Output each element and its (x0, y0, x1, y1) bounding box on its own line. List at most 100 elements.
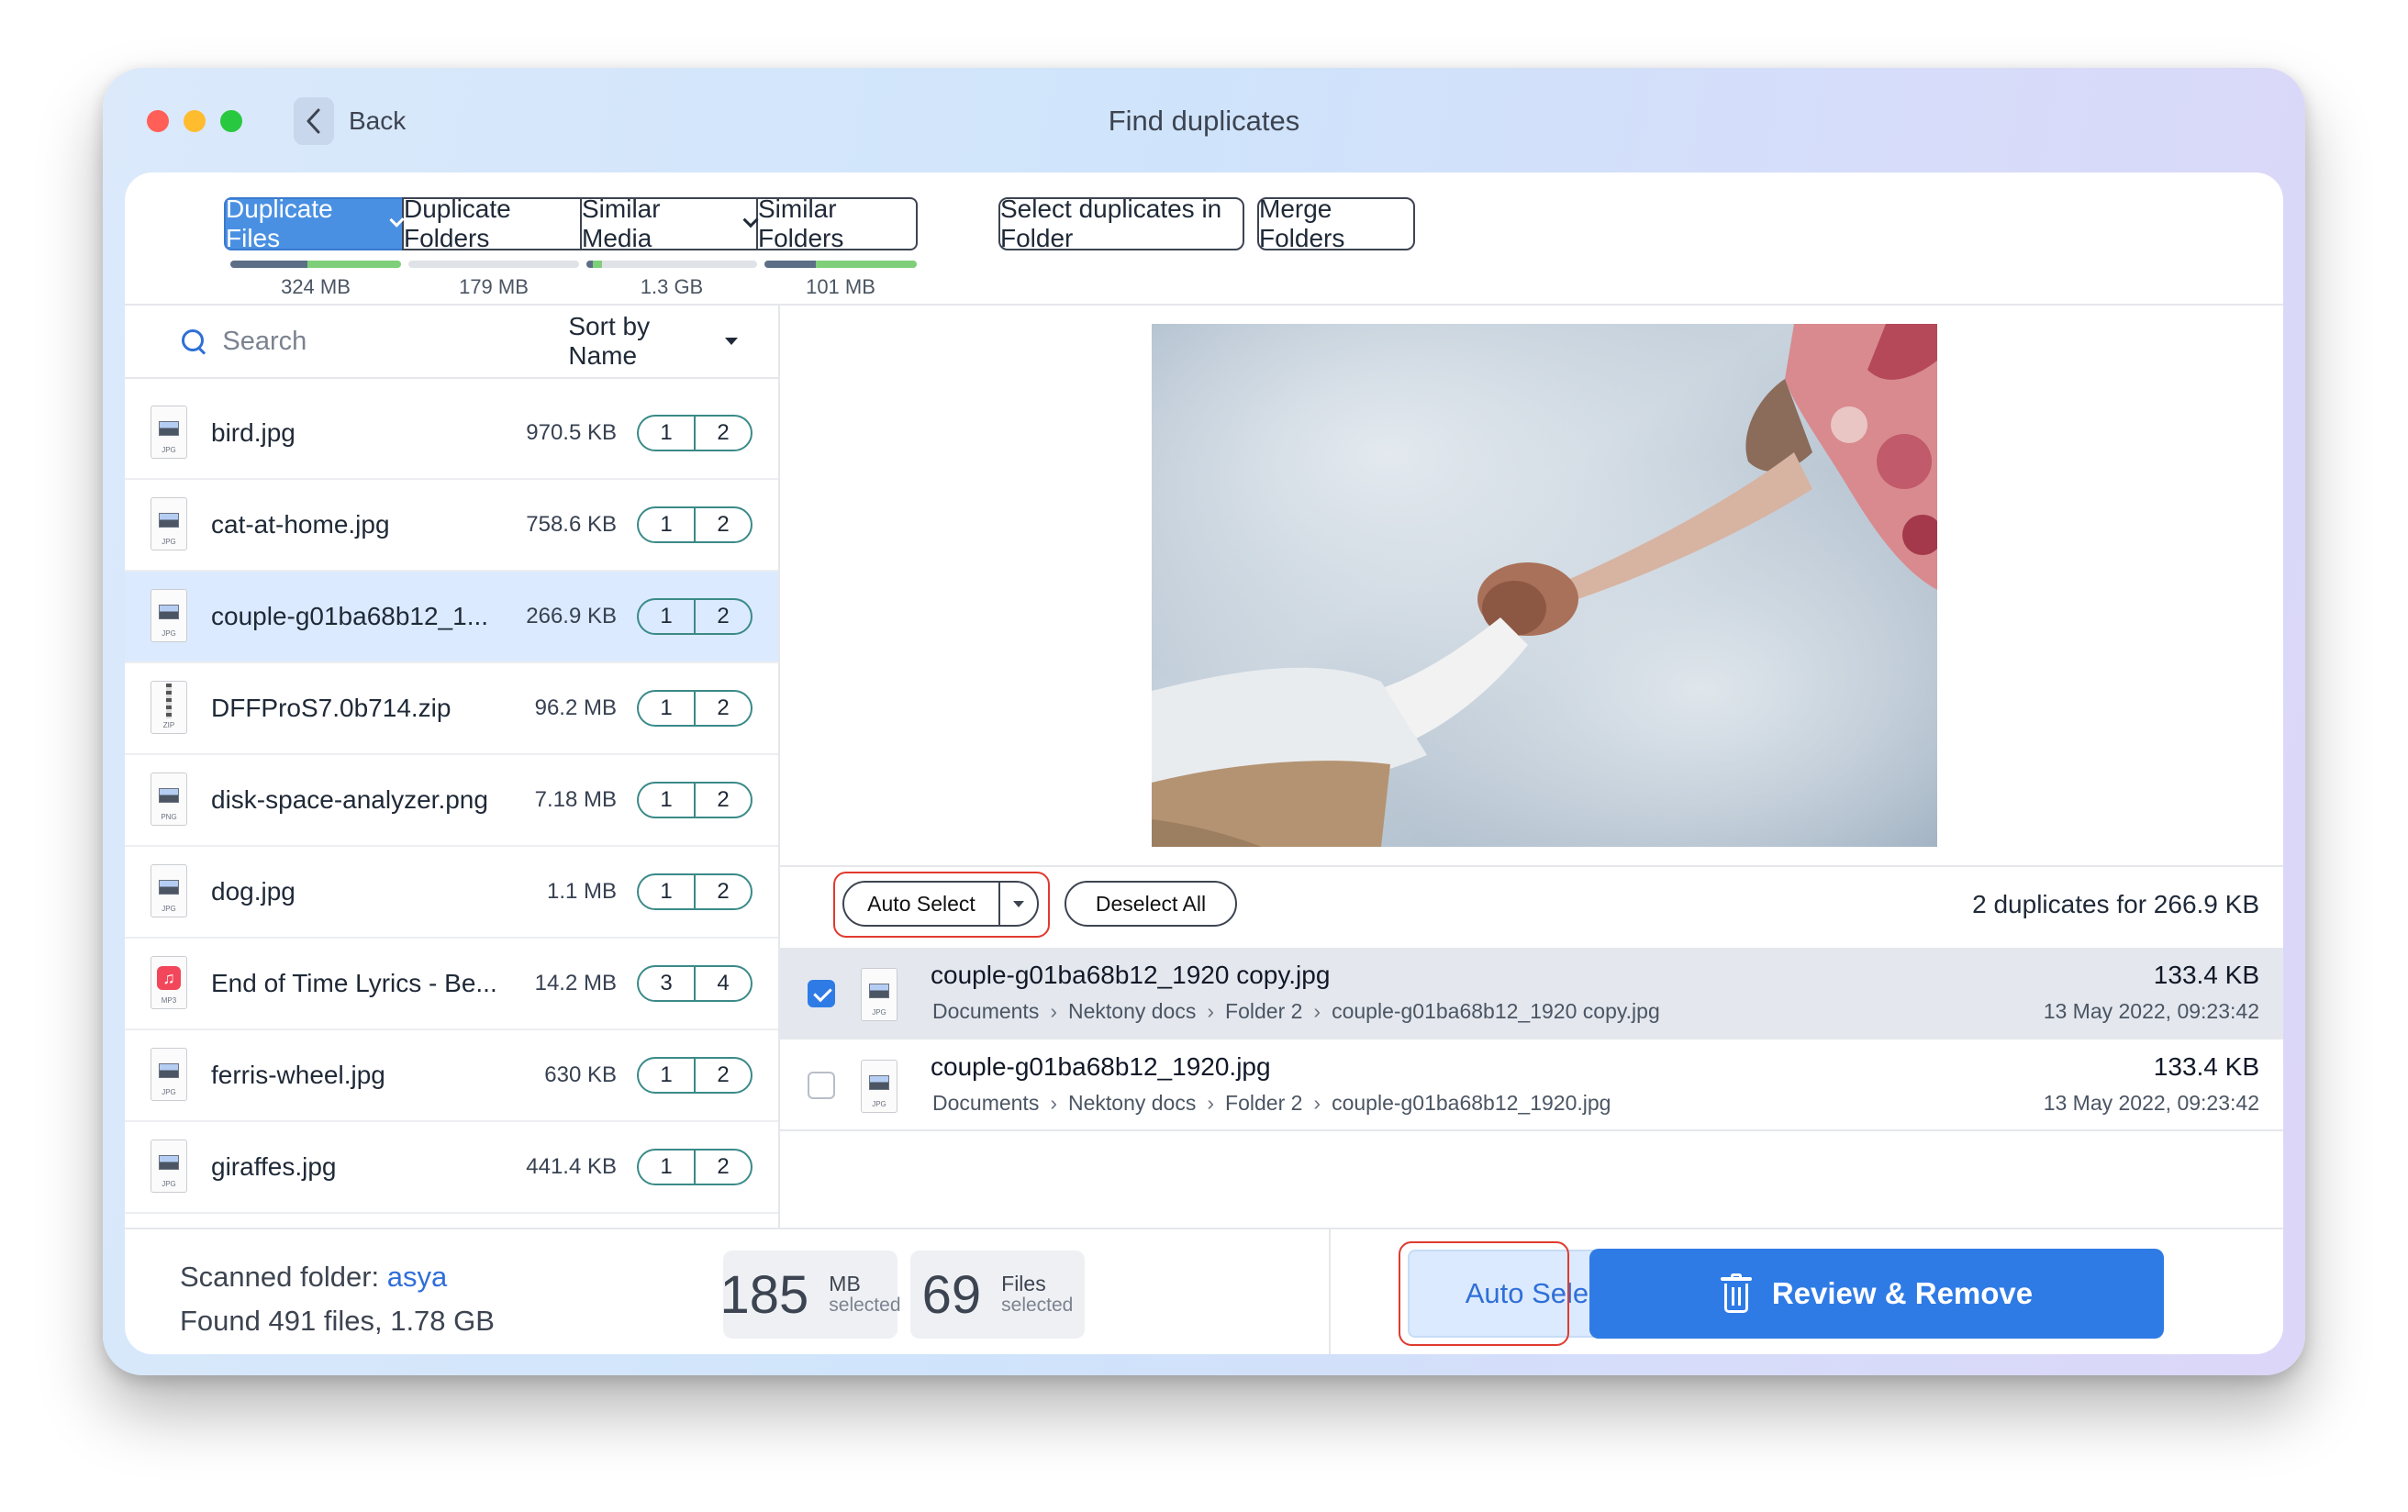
file-name: End of Time Lyrics - Be... (211, 969, 497, 997)
duplicate-count-badge: 12 (637, 782, 752, 818)
duplicate-checkbox[interactable] (808, 980, 835, 1007)
file-size: 441.4 KB (526, 1154, 617, 1179)
files-selected-value: 69 (921, 1264, 982, 1325)
app-window: Back Find duplicates Duplicate Files Dup… (103, 68, 2305, 1375)
tab-duplicate-folders[interactable]: Duplicate Folders (402, 195, 582, 252)
file-list-item[interactable]: JPG couple-g01ba68b12_1... 266.9 KB 1 2 (125, 572, 778, 663)
select-duplicates-in-folder-button[interactable]: Select duplicates in Folder (998, 195, 1244, 252)
path-segment[interactable]: Folder 2 (1225, 1091, 1302, 1116)
tab-size-duplicate-files: 324 MB (230, 261, 401, 299)
duplicate-file-date: 13 May 2022, 09:23:42 (2043, 999, 2259, 1023)
merge-folders-button[interactable]: Merge Folders (1257, 195, 1415, 252)
path-segment[interactable]: couple-g01ba68b12_1920 copy.jpg (1332, 999, 1660, 1024)
tab-label: Similar Media (582, 195, 661, 252)
file-name: couple-g01ba68b12_1... (211, 602, 489, 630)
mb-selected-value: 185 (719, 1264, 809, 1325)
tab-size-similar-media: 1.3 GB (586, 261, 757, 299)
path-segment[interactable]: Folder 2 (1225, 999, 1302, 1024)
duplicate-count-badge: 12 (637, 415, 752, 451)
search-input[interactable] (222, 326, 569, 357)
scanned-folder-link[interactable]: asya (387, 1261, 447, 1293)
file-name: DFFProS7.0b714.zip (211, 694, 452, 722)
files-unit: Files (1001, 1272, 1046, 1295)
search-bar: Sort by Name (125, 306, 778, 379)
image-file-icon: JPG (149, 497, 189, 552)
sort-label: Sort by Name (568, 312, 651, 370)
file-list-item[interactable]: JPG dog.jpg 1.1 MB 1 2 (125, 847, 778, 939)
file-list-item[interactable]: JPG bird.jpg 970.5 KB 1 2 (125, 388, 778, 480)
caret-down-icon (1013, 900, 1024, 907)
file-size: 96.2 MB (534, 695, 617, 720)
preview-divider (780, 865, 2283, 867)
tab-similar-folders[interactable]: Similar Folders (756, 195, 918, 252)
file-list-item[interactable]: ZIP DFFProS7.0b714.zip 96.2 MB 1 2 (125, 663, 778, 755)
file-list-item[interactable]: ♫ MP3 End of Time Lyrics - Be... 14.2 MB 3 4 (125, 939, 778, 1030)
duplicate-checkbox[interactable] (808, 1072, 835, 1099)
detail-pane: Auto Select Deselect All 2 duplicates fo… (780, 306, 2283, 1228)
image-file-icon: JPG (149, 864, 189, 919)
auto-select-dropdown[interactable] (998, 883, 1037, 925)
path-segment[interactable]: Nektony docs (1068, 1091, 1196, 1116)
image-file-icon: PNG (149, 773, 189, 828)
tab-label: Duplicate Folders (404, 195, 511, 252)
duplicate-count-badge: 34 (637, 965, 752, 1002)
files-selected-stat: 69 Files selected (910, 1251, 1085, 1339)
duplicate-row[interactable]: JPG couple-g01ba68b12_1920.jpg Documents › N… (780, 1040, 2283, 1131)
file-name: giraffes.jpg (211, 1152, 337, 1181)
file-name: dog.jpg (211, 877, 295, 906)
path-segment[interactable]: couple-g01ba68b12_1920.jpg (1332, 1091, 1611, 1116)
path-segment[interactable]: Nektony docs (1068, 999, 1196, 1024)
trash-icon (1720, 1273, 1752, 1314)
image-file-icon: JPG (859, 1060, 899, 1115)
duplicate-count-badge: 12 (637, 506, 752, 543)
duplicate-row[interactable]: JPG couple-g01ba68b12_1920 copy.jpg Docume… (780, 948, 2283, 1040)
image-file-icon: JPG (859, 968, 899, 1023)
image-file-icon: JPG (149, 589, 189, 644)
path-segment[interactable]: Documents (932, 1091, 1039, 1116)
file-name: bird.jpg (211, 418, 295, 447)
main-panel: Duplicate Files Duplicate Folders Simila… (125, 172, 2283, 1354)
file-list-item[interactable]: JPG giraffes.jpg 441.4 KB 1 2 (125, 1122, 778, 1214)
footer-vertical-divider (1329, 1229, 1331, 1354)
file-name: cat-at-home.jpg (211, 510, 390, 539)
sort-dropdown[interactable]: Sort by Name (568, 312, 738, 371)
file-list-item[interactable]: JPG ferris-wheel.jpg 630 KB 1 2 (125, 1030, 778, 1122)
file-list-item[interactable]: JPG cat-at-home.jpg 758.6 KB 1 2 (125, 480, 778, 572)
tab-similar-media[interactable]: Similar Media (580, 195, 759, 252)
file-list: JPG bird.jpg 970.5 KB 1 2 JPG cat-at-home.jpg 7… (125, 388, 778, 1214)
music-file-icon: ♫ MP3 (149, 956, 189, 1011)
path-separator-icon: › (1313, 999, 1321, 1023)
duplicate-count-badge: 12 (637, 1057, 752, 1094)
found-files-summary: Found 491 files, 1.78 GB (180, 1305, 495, 1337)
file-name: ferris-wheel.jpg (211, 1061, 385, 1089)
zip-file-icon: ZIP (149, 681, 189, 736)
image-preview (1152, 324, 1937, 847)
path-separator-icon: › (1313, 1091, 1321, 1115)
duplicate-file-path: Documents › Nektony docs › Folder 2 › couple-g… (932, 999, 1660, 1024)
tab-duplicate-files[interactable]: Duplicate Files (224, 195, 405, 252)
auto-select-button[interactable]: Auto Select (842, 881, 1039, 927)
duplicate-count-badge: 12 (637, 690, 752, 727)
duplicate-file-path: Documents › Nektony docs › Folder 2 › couple-g… (932, 1091, 1611, 1116)
image-file-icon: JPG (149, 1140, 189, 1195)
duplicates-summary: 2 duplicates for 266.9 KB (1972, 890, 2259, 918)
file-list-pane: Sort by Name JPG bird.jpg 970.5 KB 12 JPG cat… (125, 306, 780, 1228)
duplicate-file-name: couple-g01ba68b12_1920.jpg (931, 1052, 1271, 1081)
tab-label: Similar Folders (758, 195, 844, 252)
review-remove-button[interactable]: Review & Remove (1589, 1249, 2164, 1339)
file-list-item[interactable]: PNG disk-space-analyzer.png 7.18 MB 1 2 (125, 755, 778, 847)
path-segment[interactable]: Documents (932, 999, 1039, 1024)
path-separator-icon: › (1050, 1091, 1057, 1115)
image-file-icon: JPG (149, 1048, 189, 1103)
mb-unit: MB (829, 1272, 861, 1295)
duplicate-count-badge: 12 (637, 873, 752, 910)
path-separator-icon: › (1207, 999, 1215, 1023)
path-separator-icon: › (1050, 999, 1057, 1023)
footer-divider (125, 1228, 2283, 1229)
file-size: 266.9 KB (526, 604, 617, 628)
scan-info: Scanned folder: asya Found 491 files, 1.… (180, 1255, 495, 1343)
duplicate-file-size: 133.4 KB (2153, 1052, 2259, 1081)
duplicate-file-name: couple-g01ba68b12_1920 copy.jpg (931, 961, 1331, 989)
deselect-all-button[interactable]: Deselect All (1065, 881, 1237, 927)
file-name: disk-space-analyzer.png (211, 785, 488, 814)
